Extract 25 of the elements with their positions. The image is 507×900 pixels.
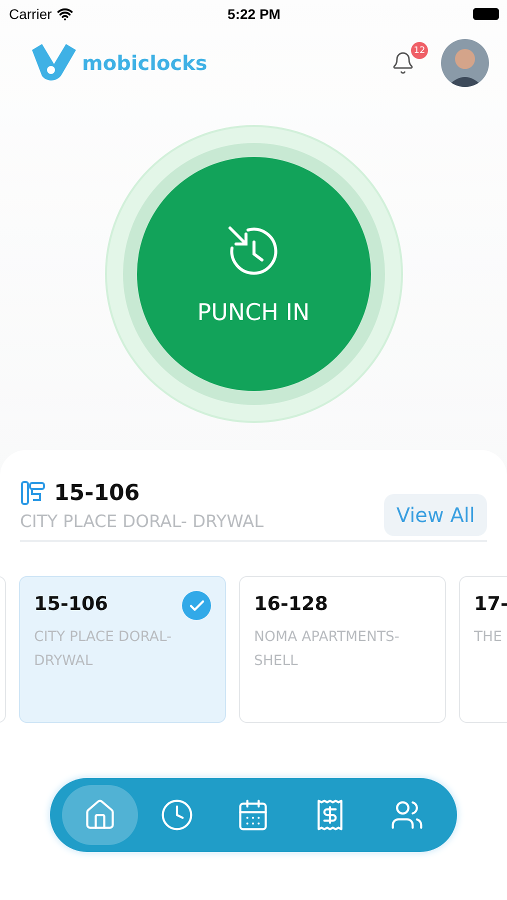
people-icon (390, 798, 424, 832)
check-icon (182, 591, 211, 620)
project-card[interactable]: 15-106 CITY PLACE DORAL- DRYWAL (19, 576, 226, 723)
brand-name: mobiclocks (82, 51, 208, 75)
user-avatar[interactable] (441, 39, 489, 87)
card-project-code: 15-106 (34, 593, 108, 615)
logo-icon (32, 44, 78, 82)
home-nav-button[interactable] (62, 785, 138, 845)
wifi-icon (56, 6, 73, 22)
project-name: CITY PLACE DORAL- DRYWAL (20, 512, 264, 532)
card-project-code: 17- (474, 593, 507, 615)
card-project-code: 16-128 (254, 593, 328, 615)
project-icon (20, 480, 46, 506)
card-project-name: THE (474, 628, 503, 647)
card-project-name: NOMA APARTMENTS-SHELL (254, 628, 400, 671)
notification-count: 12 (411, 42, 428, 59)
battery-icon (472, 8, 499, 20)
project-card[interactable]: 16-128 NOMA APARTMENTS-SHELL (239, 576, 446, 723)
card-project-name: CITY PLACE DORAL- DRYWAL (34, 628, 173, 671)
project-code: 15-106 (54, 480, 140, 506)
carrier-label: Carrier (9, 6, 52, 22)
project-card[interactable]: 17- THE (459, 576, 507, 723)
clock-time: 5:22 PM (228, 6, 280, 22)
notification-bell-icon[interactable] (391, 51, 415, 75)
clock-icon (160, 798, 194, 832)
